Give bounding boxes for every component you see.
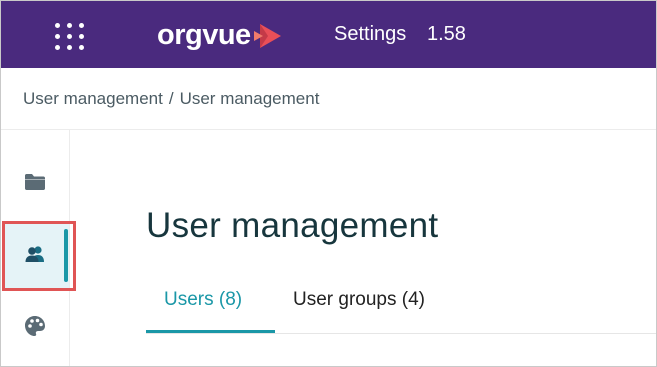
users-icon	[25, 245, 44, 262]
main-content: User management Users (8) User groups (4…	[70, 130, 656, 366]
tab-bar: Users (8) User groups (4)	[146, 285, 656, 334]
palette-icon	[25, 316, 45, 336]
version-label: 1.58	[427, 23, 466, 45]
top-bar: orgvue Settings 1.58	[1, 1, 656, 68]
tab-users-label: Users (8)	[164, 289, 243, 310]
tab-user-groups[interactable]: User groups (4)	[293, 285, 473, 332]
brand-logo[interactable]: orgvue	[157, 18, 282, 52]
sidebar	[1, 130, 70, 366]
settings-window: orgvue Settings 1.58 User management / Use…	[0, 0, 657, 367]
tab-users[interactable]: Users (8)	[146, 285, 275, 333]
section-title: Settings	[334, 23, 407, 45]
app-launcher-icon[interactable]	[53, 19, 87, 53]
sidebar-item-palette[interactable]	[1, 301, 69, 351]
active-indicator	[64, 229, 68, 282]
brand-name: orgvue	[157, 18, 251, 51]
sidebar-item-users[interactable]	[1, 223, 69, 288]
tab-user-groups-label: User groups (4)	[293, 289, 425, 310]
folder-icon	[25, 174, 45, 190]
breadcrumb: User management / User management	[23, 89, 319, 109]
logo-mark-icon	[253, 24, 281, 48]
breadcrumb-item-parent[interactable]: User management	[23, 89, 163, 108]
page-title: User management	[146, 206, 439, 245]
sidebar-item-folder[interactable]	[1, 157, 69, 207]
breadcrumb-item-current: User management	[179, 89, 320, 108]
breadcrumb-bar: User management / User management	[1, 68, 656, 130]
breadcrumb-separator: /	[168, 89, 174, 108]
active-tab-underline	[146, 330, 275, 333]
